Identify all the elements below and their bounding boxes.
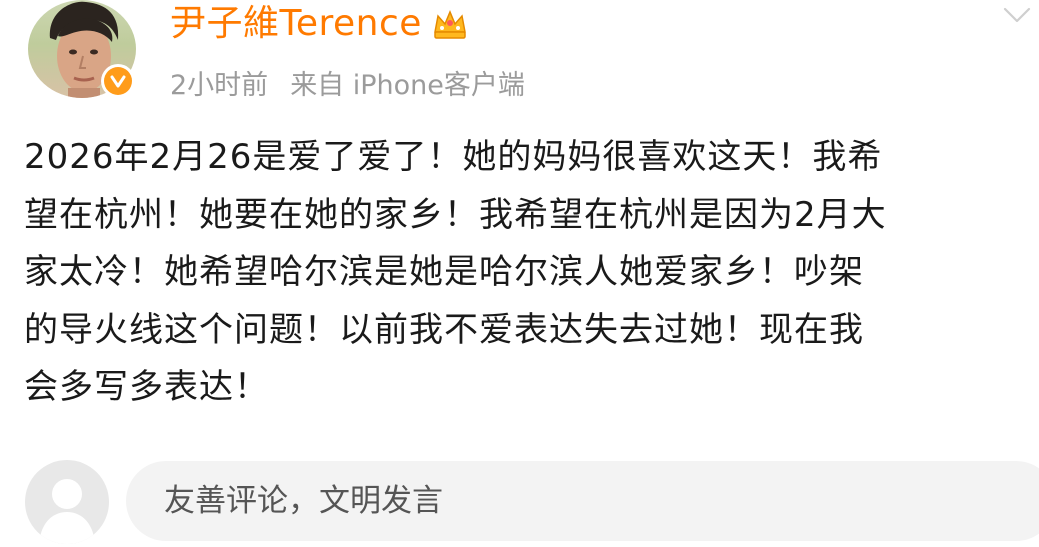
post-meta: 2小时前 来自 iPhone客户端 (170, 66, 525, 106)
post-source: 来自 iPhone客户端 (290, 70, 525, 101)
comment-input[interactable] (126, 461, 1039, 541)
user-placeholder-icon (39, 479, 95, 544)
post-time: 2小时前 (170, 70, 269, 101)
author-row: 尹子維Terence (170, 0, 470, 48)
author-name[interactable]: 尹子維Terence (170, 0, 422, 48)
verified-badge (101, 64, 135, 98)
verified-check-icon (104, 67, 132, 95)
comment-avatar (25, 460, 109, 544)
chevron-down-icon[interactable] (1001, 4, 1033, 28)
crown-icon[interactable] (430, 4, 470, 44)
post-text: 2026年2月26是爱了爱了！她的妈妈很喜欢这天！我希 望在杭州！她要在她的家乡… (24, 137, 887, 407)
